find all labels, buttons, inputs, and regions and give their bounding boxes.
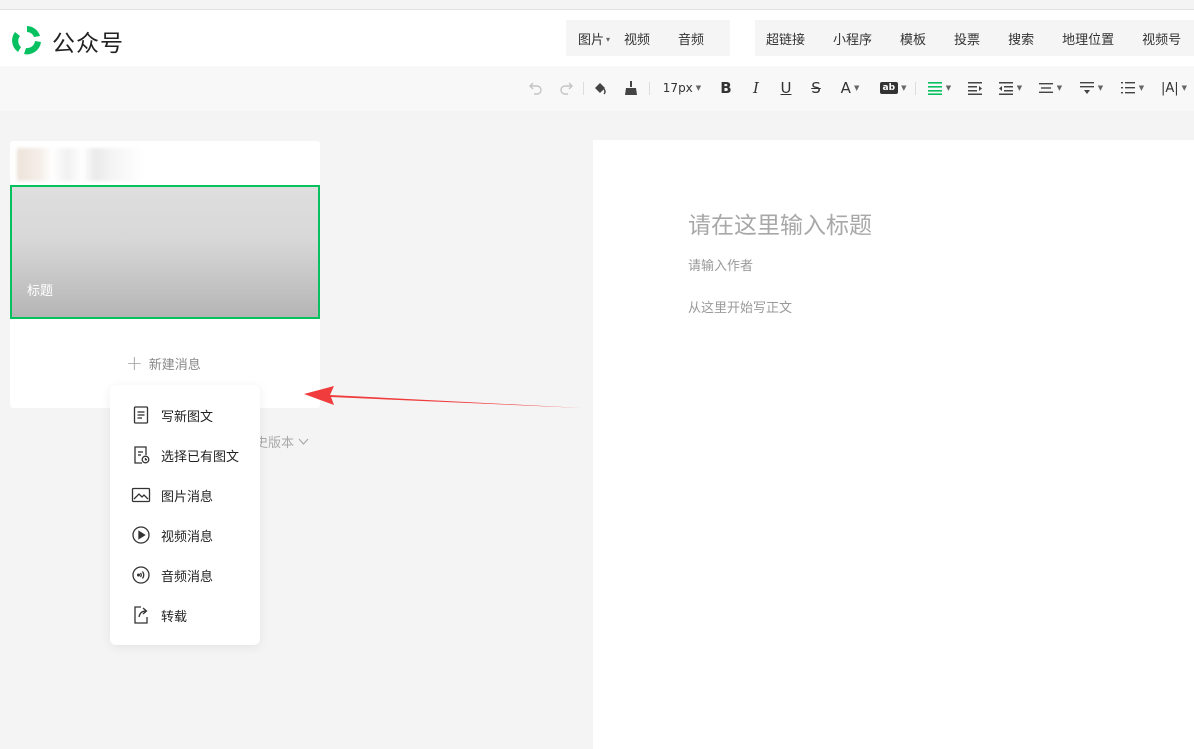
- bg-color-label: ab: [879, 82, 899, 94]
- dropdown-caret-icon: ▼: [1056, 84, 1063, 92]
- toolbar-divider: [649, 82, 650, 95]
- toolbar-divider: [915, 82, 916, 95]
- article-list-panel: 标题 + 新建消息: [10, 141, 320, 408]
- existing-document-icon: [134, 446, 150, 464]
- dropdown-caret-icon: ▼: [695, 84, 702, 92]
- new-message-button[interactable]: + 新建消息: [126, 353, 201, 373]
- redo-button[interactable]: [556, 78, 576, 98]
- blurred-account-name: [17, 148, 143, 181]
- menu-item-label: 选择已有图文: [161, 449, 240, 465]
- author-input[interactable]: 请输入作者: [688, 255, 753, 274]
- plus-icon: +: [126, 351, 143, 375]
- menu-item-write-new[interactable]: 写新图文: [131, 404, 213, 426]
- font-size-value: 17px: [662, 81, 693, 95]
- list-button[interactable]: ▼: [1118, 78, 1146, 98]
- insert-video-button[interactable]: 视频: [624, 29, 650, 48]
- history-version-link[interactable]: 史版本: [255, 432, 309, 451]
- audio-icon: [132, 566, 150, 584]
- bold-label: B: [720, 79, 732, 97]
- menu-item-label: 转载: [161, 609, 188, 625]
- format-paint-icon: [595, 83, 606, 95]
- menu-item-image-message[interactable]: 图片消息: [131, 484, 213, 506]
- outdent-icon: [998, 82, 1013, 95]
- background-color-button[interactable]: ab ▼: [877, 78, 909, 98]
- brand-name: 公众号: [52, 31, 124, 57]
- clear-format-button[interactable]: [621, 78, 641, 98]
- dropdown-caret-icon: ▼: [1181, 84, 1188, 92]
- repost-icon: [134, 606, 148, 624]
- body-editor[interactable]: 从这里开始写正文: [688, 297, 792, 316]
- underline-label: U: [780, 79, 792, 97]
- align-justify-button[interactable]: ▼: [925, 78, 953, 98]
- insert-miniprogram-button[interactable]: 小程序: [833, 29, 872, 48]
- new-message-menu: 写新图文 选择已有图文 图片消息 视频消息 音频消息 转载: [110, 385, 260, 645]
- menu-item-label: 音频消息: [161, 569, 214, 585]
- insert-link-button[interactable]: 超链接: [766, 29, 805, 48]
- menu-item-label: 写新图文: [161, 409, 214, 425]
- insert-audio-button[interactable]: 音频: [678, 29, 704, 48]
- image-icon: [131, 487, 151, 503]
- letter-spacing-label: |A|: [1160, 80, 1179, 96]
- clear-format-icon: [625, 81, 637, 95]
- insert-media-group: 图片 ▾ 视频 音频: [566, 20, 730, 56]
- menu-item-label: 图片消息: [161, 489, 214, 505]
- toolbar-divider: [583, 82, 584, 95]
- new-message-label: 新建消息: [148, 357, 201, 373]
- letter-spacing-button[interactable]: |A| ▼: [1158, 78, 1190, 98]
- insert-image-button[interactable]: 图片 ▾: [578, 29, 610, 48]
- redo-icon: [560, 82, 573, 95]
- document-icon: [133, 406, 149, 424]
- history-label: 史版本: [255, 436, 295, 451]
- insert-template-button[interactable]: 模板: [900, 29, 926, 48]
- paragraph-spacing-icon: [1079, 82, 1094, 94]
- format-painter-button[interactable]: [590, 78, 610, 98]
- dropdown-caret-icon: ▼: [945, 84, 952, 92]
- dropdown-caret-icon: ▼: [1138, 84, 1145, 92]
- line-height-icon: [1038, 83, 1053, 93]
- outdent-button[interactable]: ▼: [996, 78, 1024, 98]
- line-height-button[interactable]: ▼: [1036, 78, 1064, 98]
- dropdown-caret-icon: ▼: [853, 84, 860, 92]
- annotation-arrow-icon: [304, 386, 582, 408]
- cover-title: 标题: [27, 284, 54, 299]
- undo-button[interactable]: [526, 78, 546, 98]
- menu-item-video-message[interactable]: 视频消息: [131, 524, 213, 546]
- insert-channels-button[interactable]: 视频号: [1142, 29, 1181, 48]
- menu-item-label: 视频消息: [161, 529, 214, 545]
- indent-icon: [968, 82, 982, 95]
- insert-other-group: 超链接 小程序 模板 投票 搜索 地理位置 视频号: [755, 20, 1194, 56]
- insert-search-button[interactable]: 搜索: [1008, 29, 1034, 48]
- menu-item-repost[interactable]: 转载: [131, 604, 187, 626]
- app-header: 公众号 图片 ▾ 视频 音频 超链接 小程序 模板 投票 搜索 地理位置 视频号: [0, 10, 1194, 66]
- menu-item-select-existing[interactable]: 选择已有图文: [131, 444, 239, 466]
- format-toolbar: 17px ▼ B I U S A ▼ ab ▼ ▼ ▼ ▼ ▼ ▼ |A| ▼: [0, 66, 1194, 111]
- undo-icon: [529, 82, 542, 95]
- underline-button[interactable]: U: [777, 78, 795, 98]
- menu-item-audio-message[interactable]: 音频消息: [131, 564, 213, 586]
- font-color-label: A: [840, 79, 851, 97]
- font-color-button[interactable]: A ▼: [836, 78, 864, 98]
- dropdown-caret-icon: ▾: [606, 34, 611, 44]
- article-cover-card[interactable]: 标题: [10, 185, 320, 319]
- article-editor: 请在这里输入标题 请输入作者 从这里开始写正文: [593, 140, 1194, 749]
- insert-vote-button[interactable]: 投票: [954, 29, 980, 48]
- dropdown-caret-icon: ▼: [1097, 84, 1104, 92]
- font-size-select[interactable]: 17px ▼: [659, 78, 705, 98]
- align-justify-icon: [927, 82, 942, 95]
- strikethrough-button[interactable]: S: [807, 78, 825, 98]
- chevron-down-icon: [298, 438, 309, 445]
- strike-label: S: [811, 79, 821, 97]
- bold-button[interactable]: B: [717, 78, 735, 98]
- insert-location-button[interactable]: 地理位置: [1062, 29, 1114, 48]
- italic-label: I: [753, 79, 759, 97]
- dropdown-caret-icon: ▼: [1016, 84, 1023, 92]
- wechat-official-logo-icon: [12, 26, 41, 55]
- paragraph-spacing-button[interactable]: ▼: [1077, 78, 1105, 98]
- video-play-icon: [132, 526, 150, 544]
- italic-button[interactable]: I: [747, 78, 765, 98]
- list-icon: [1120, 82, 1135, 94]
- title-input[interactable]: 请在这里输入标题: [688, 206, 872, 240]
- indent-button[interactable]: [965, 78, 985, 98]
- dropdown-caret-icon: ▼: [901, 84, 907, 92]
